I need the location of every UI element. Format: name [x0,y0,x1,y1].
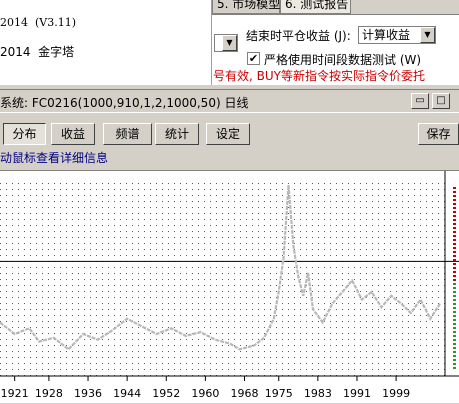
distribution-marker [453,323,456,325]
x-tick-label: 1936 [74,387,102,400]
distribution-marker [453,239,456,241]
distribution-marker [453,203,456,205]
distribution-marker [453,187,456,189]
distribution-marker [453,263,456,265]
distribution-marker [453,307,456,309]
chevron-down-icon[interactable]: ▼ [222,35,237,51]
distribution-marker [453,295,456,297]
distribution-marker [453,275,456,277]
distribution-marker [453,315,456,317]
distribution-marker [453,367,456,369]
distribution-marker [453,247,456,249]
minimize-button[interactable]: ▭ [411,93,429,109]
hover-hint: 动鼠标查看详细信息 [0,151,109,165]
distribution-marker [453,355,456,357]
returns-button[interactable]: 收益 [51,123,95,145]
x-tick-label: 1928 [35,387,63,400]
info-panel: 2014 (V3.11) 2014 金字塔 [0,0,212,85]
distribution-marker [453,291,456,293]
toolbar: 分布 收益 频谱 统计 设定 保存 [0,112,459,146]
settings-tab-strip: 5. 市场模型 6. 测试报告 [212,0,459,14]
save-button[interactable]: 保存 [418,123,459,145]
distribution-marker [453,259,456,261]
distribution-marker [453,327,456,329]
distribution-marker [453,199,456,201]
distribution-marker [453,347,456,349]
distribution-marker [453,219,456,221]
period-select[interactable]: ▼ [214,34,238,52]
distribution-marker [453,331,456,333]
distribution-marker [453,191,456,193]
distribution-marker [453,251,456,253]
calc-mode-select[interactable]: 计算收益 ▼ [358,26,436,44]
x-tick-label: 1983 [304,387,332,400]
distribution-marker [453,211,456,213]
spectrum-button[interactable]: 频谱 [103,123,152,145]
maximize-icon: □ [436,95,446,106]
calc-mode-value: 计算收益 [362,28,411,42]
distribution-marker [453,255,456,257]
distribution-marker [453,207,456,209]
distribution-marker [453,303,456,305]
distribution-marker [453,343,456,345]
distribution-marker [453,279,456,281]
distribution-marker [453,283,456,285]
distribution-marker [453,231,456,233]
distribution-marker [453,359,456,361]
tab-test-report[interactable]: 6. 测试报告 [280,0,351,14]
x-tick-label: 1968 [231,387,259,400]
x-tick-label: 1991 [343,387,371,400]
distribution-chart[interactable]: 1921 1928 1936 1944 1952 1960 1968 1975 1983 1991… [0,171,459,404]
x-tick-label: 1921 [1,387,29,400]
tab-market-model[interactable]: 5. 市场模型 [212,0,280,14]
distribution-marker [453,319,456,321]
dotted-grid [0,179,445,376]
distribution-marker [453,267,456,269]
x-tick-label: 1952 [152,387,180,400]
statistics-button[interactable]: 统计 [155,123,199,145]
distribution-marker [453,195,456,197]
distribution-button[interactable]: 分布 [3,123,46,145]
distribution-marker [453,287,456,289]
strategy-line: 2014 金字塔 [0,45,75,59]
distribution-marker [453,215,456,217]
x-tick-label: 1944 [113,387,141,400]
chevron-down-icon[interactable]: ▼ [420,27,435,43]
minimize-icon: ▭ [415,95,425,106]
distribution-marker [453,271,456,273]
maximize-button[interactable]: □ [432,93,450,109]
distribution-marker [453,227,456,229]
distribution-marker [453,311,456,313]
order-warning-text: 号有效, BUY等新指令按实际指令价委托 [213,69,425,83]
x-tick-label: 1975 [265,387,293,400]
settings-button[interactable]: 设定 [206,123,250,145]
distribution-marker [453,339,456,341]
end-close-label: 结束时平仓收益 (J): [246,29,351,43]
chart-area[interactable]: 1921 1928 1936 1944 1952 1960 1968 1975 1983 1991… [0,170,459,403]
distribution-marker [453,243,456,245]
version-line: 2014 (V3.11) [0,16,77,29]
window-title-bar: 系统: FC0216(1000,910,1,2,1000,50) 日线 ▭ □ [0,89,459,111]
strict-period-checkbox[interactable]: ✔ [247,52,260,65]
distribution-marker [453,299,456,301]
distribution-marker [453,351,456,353]
distribution-marker [453,223,456,225]
x-tick-label: 1960 [191,387,219,400]
distribution-marker [453,235,456,237]
strict-period-label: 严格使用时间段数据测试 (W) [264,53,422,67]
distribution-marker [453,335,456,337]
window-title: 系统: FC0216(1000,910,1,2,1000,50) 日线 [0,96,249,110]
x-tick-label: 1999 [382,387,410,400]
distribution-marker [453,363,456,365]
